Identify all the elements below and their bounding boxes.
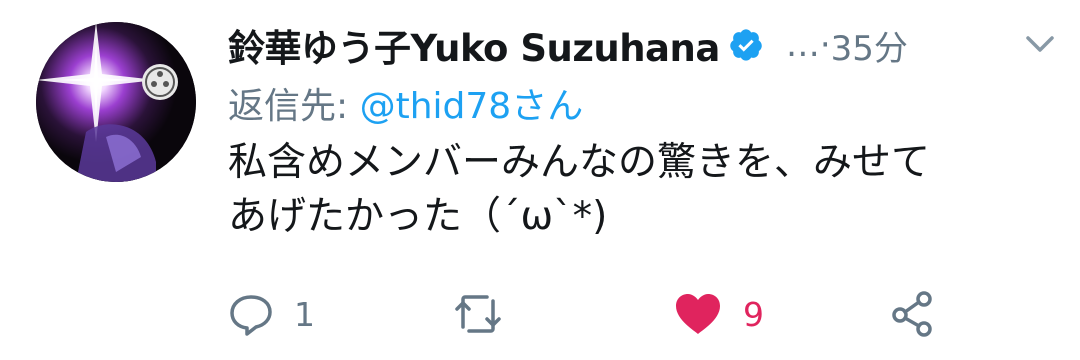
timestamp[interactable]: 35分 bbox=[831, 21, 908, 70]
tweet-text: 私含めメンバーみんなの驚きを、みせて あげたかった（´ω`*) bbox=[228, 140, 931, 239]
reply-to-link[interactable]: @thid78さん bbox=[360, 86, 584, 127]
reply-button[interactable]: 1 bbox=[228, 290, 315, 338]
heart-icon bbox=[676, 294, 720, 334]
verified-badge-icon bbox=[730, 29, 762, 61]
tweet-header: 鈴華ゆう子Yuko Suzuhana …· 35分 bbox=[228, 14, 1058, 76]
reply-count: 1 bbox=[294, 294, 315, 334]
chevron-down-icon[interactable] bbox=[1022, 30, 1058, 60]
display-name[interactable]: 鈴華ゆう子Yuko Suzuhana bbox=[228, 18, 720, 72]
retweet-button[interactable] bbox=[453, 290, 523, 338]
reply-prefix: 返信先: bbox=[228, 86, 349, 127]
avatar[interactable] bbox=[36, 22, 196, 182]
reply-icon bbox=[230, 295, 272, 336]
avatar-image bbox=[36, 22, 196, 182]
like-count: 9 bbox=[743, 294, 764, 334]
reply-context: 返信先: @thid78さん bbox=[228, 84, 1058, 130]
tweet-content: 鈴華ゆう子Yuko Suzuhana …· 35分 返信先: @thid78さん… bbox=[228, 14, 1058, 244]
tweet-actions: 1 9 bbox=[228, 290, 1048, 340]
share-icon bbox=[892, 291, 932, 337]
share-button[interactable] bbox=[890, 290, 936, 338]
retweet-icon bbox=[455, 295, 501, 333]
ellipsis: …· bbox=[785, 25, 831, 65]
like-button[interactable]: 9 bbox=[673, 290, 764, 338]
